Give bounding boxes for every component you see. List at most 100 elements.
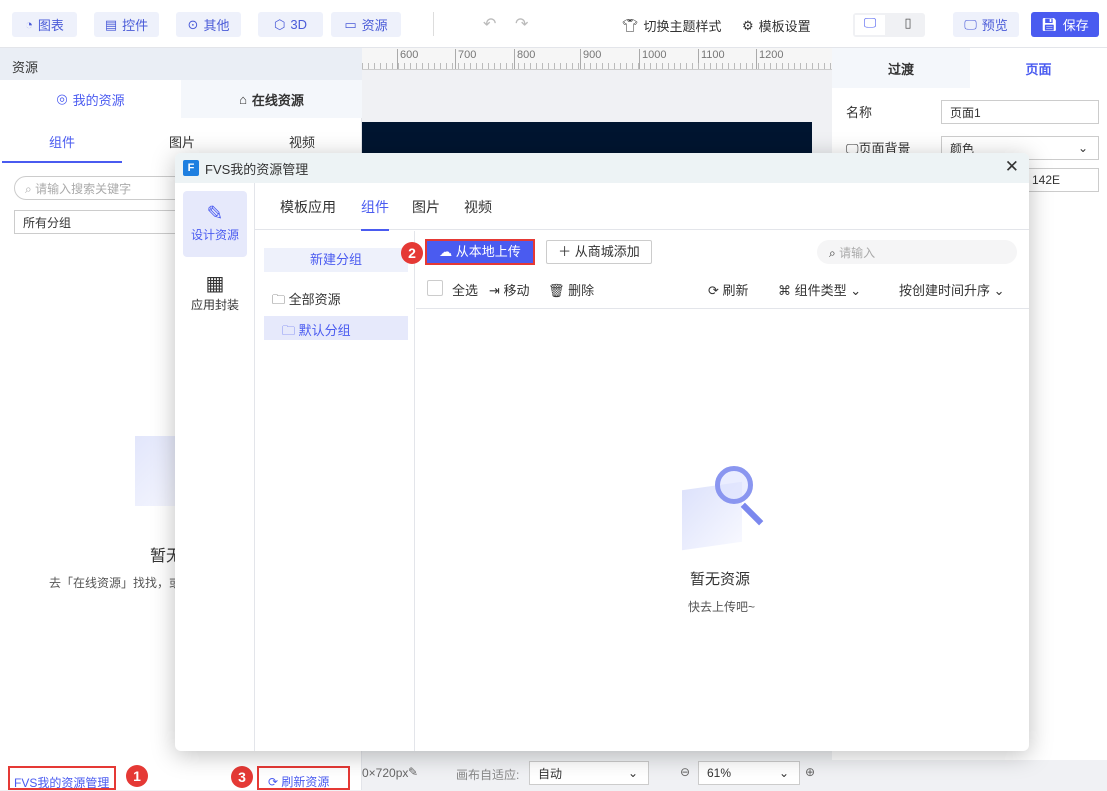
add-from-store-button[interactable]: ＋ 从商城添加 bbox=[546, 240, 652, 264]
archive-icon: ▭ bbox=[344, 16, 357, 32]
chevron-down-icon: ⌄ bbox=[990, 283, 1005, 298]
label: 我的资源 bbox=[72, 92, 125, 108]
new-group-button[interactable]: 新建分组 bbox=[264, 248, 408, 272]
name-label: 名称 bbox=[846, 105, 873, 120]
move-icon: ⇥ bbox=[489, 283, 504, 298]
device-toggle: 🖵 ▯ bbox=[853, 13, 925, 37]
user-icon: ◎ bbox=[56, 91, 68, 106]
tab-my-resources[interactable]: ◎ 我的资源 bbox=[0, 80, 181, 118]
mobile-icon[interactable]: ▯ bbox=[893, 15, 923, 35]
label: 保存 bbox=[1062, 18, 1089, 33]
label: 3D bbox=[290, 17, 307, 32]
tab-online-resources[interactable]: ⌂ 在线资源 bbox=[181, 80, 362, 118]
chart-button[interactable]: ◔ 图表 bbox=[12, 12, 77, 37]
save-icon: 💾︎ bbox=[1041, 16, 1058, 32]
move-button[interactable]: ⇥ 移动 bbox=[489, 280, 530, 299]
label: 删除 bbox=[568, 283, 595, 298]
search-icon: ⌕ bbox=[829, 246, 840, 260]
subtab-components[interactable]: 组件 bbox=[2, 132, 122, 163]
label: 资源 bbox=[361, 18, 388, 33]
value: 61% bbox=[707, 766, 732, 780]
subtab-videos[interactable]: 视频 bbox=[242, 132, 362, 151]
nav-app-package[interactable]: ▦ 应用封装 bbox=[183, 271, 247, 331]
plus-icon: ＋ bbox=[558, 244, 575, 259]
preview-button[interactable]: 🖵 预览 bbox=[953, 12, 1019, 37]
select-all-checkbox[interactable] bbox=[427, 280, 443, 296]
chevron-down-icon: ⌄ bbox=[1077, 141, 1088, 155]
switch-theme-button[interactable]: 👕︎ 切换主题样式 bbox=[622, 16, 722, 35]
chevron-down-icon: ⌄ bbox=[627, 766, 638, 780]
command-icon: ⌘ bbox=[778, 283, 795, 298]
zoom-out-icon[interactable]: ⊖ bbox=[680, 765, 690, 779]
tab-videos[interactable]: 视频 bbox=[464, 197, 492, 217]
status-bar: 0×720px ✎ 画布自适应: 自动 ⌄ ⊖ 61% ⌄ ⊕ bbox=[362, 760, 832, 790]
panel-title: 资源 bbox=[0, 48, 362, 80]
delete-button[interactable]: 🗑︎ 删除 bbox=[548, 280, 594, 299]
chevron-down-icon: ⌄ bbox=[778, 766, 789, 780]
label: 模板设置 bbox=[758, 19, 811, 34]
zoom-select[interactable]: 61% ⌄ bbox=[698, 761, 800, 785]
divider bbox=[433, 12, 434, 36]
save-button[interactable]: 💾︎ 保存 bbox=[1031, 12, 1099, 37]
tab-template-apps[interactable]: 模板应用 bbox=[280, 197, 336, 217]
highlight-box bbox=[257, 766, 350, 790]
empty-illustration bbox=[677, 461, 777, 551]
label: 控件 bbox=[122, 18, 149, 33]
zoom-in-icon[interactable]: ⊕ bbox=[805, 765, 815, 779]
redo-icon[interactable]: ↷ bbox=[515, 14, 528, 34]
label: 应用封装 bbox=[190, 298, 239, 312]
adapt-select[interactable]: 自动 ⌄ bbox=[529, 761, 649, 785]
step-badge: 1 bbox=[126, 765, 148, 787]
more-icon: ⊙ bbox=[187, 16, 199, 32]
resource-button[interactable]: ▭ 资源 bbox=[331, 12, 401, 37]
empty-title: 暂无资源 bbox=[690, 571, 751, 588]
trash-icon: 🗑︎ bbox=[548, 283, 569, 298]
close-icon[interactable]: ✕ bbox=[1005, 157, 1019, 177]
nav-design-resources[interactable]: ✎ 设计资源 bbox=[183, 191, 247, 257]
name-input[interactable]: 页面1 bbox=[941, 100, 1099, 124]
upload-local-button[interactable]: ☁ 从本地上传 bbox=[425, 239, 535, 265]
group-column: 新建分组 🗀 全部资源 🗀 默认分组 bbox=[255, 231, 415, 751]
step-badge: 3 bbox=[231, 766, 253, 788]
other-button[interactable]: ⊙ 其他 bbox=[176, 12, 241, 37]
label: 从本地上传 bbox=[455, 244, 521, 259]
settings-icon: ⚙ bbox=[742, 17, 754, 33]
empty-hint: 去「在线资源」找找，或 bbox=[49, 576, 182, 590]
folder-icon: 🗀 bbox=[282, 323, 299, 338]
top-toolbar: ◔ 图表 ▤ 控件 ⊙ 其他 ⬡ 3D ▭ 资源 ↶ ↷ 👕︎ 切换主题样式 ⚙ 模板设置 🖵… bbox=[0, 0, 1107, 48]
select-all-label[interactable]: 全选 bbox=[452, 280, 478, 299]
component-type-dropdown[interactable]: ⌘ 组件类型 ⌄ bbox=[778, 280, 861, 299]
undo-icon[interactable]: ↶ bbox=[483, 14, 496, 34]
cloud-upload-icon: ☁ bbox=[439, 244, 456, 259]
control-button[interactable]: ▤ 控件 bbox=[94, 12, 159, 37]
refresh-button[interactable]: ⟳ 刷新 bbox=[708, 280, 749, 299]
label: 设计资源 bbox=[190, 228, 239, 242]
label: 全部资源 bbox=[288, 292, 341, 307]
label: 从商城添加 bbox=[574, 244, 640, 259]
tab-page[interactable]: 页面 bbox=[970, 48, 1107, 88]
control-icon: ▤ bbox=[104, 16, 118, 32]
dialog-tabs: 模板应用 组件 图片 视频 bbox=[255, 183, 1029, 231]
tab-images[interactable]: 图片 bbox=[412, 197, 440, 217]
refresh-icon: ⟳ bbox=[708, 283, 723, 298]
group-default[interactable]: 🗀 默认分组 bbox=[264, 316, 408, 340]
chevron-down-icon: ⌄ bbox=[846, 283, 862, 298]
canvas-size: 0×720px bbox=[362, 766, 409, 780]
tab-transition[interactable]: 过渡 bbox=[832, 48, 970, 88]
shirt-icon: 👕︎ bbox=[622, 17, 639, 33]
group-all[interactable]: 🗀 全部资源 bbox=[272, 289, 341, 313]
desktop-icon[interactable]: 🖵 bbox=[855, 15, 885, 35]
edit-icon[interactable]: ✎ bbox=[408, 765, 418, 779]
subtab-images[interactable]: 图片 bbox=[122, 132, 242, 151]
label: 预览 bbox=[981, 18, 1008, 33]
dialog-title: FVS我的资源管理 bbox=[205, 161, 309, 177]
tab-components[interactable]: 组件 bbox=[361, 197, 389, 231]
store-icon: ⌂ bbox=[239, 91, 247, 107]
sort-dropdown[interactable]: 按创建时间升序 ⌄ bbox=[899, 280, 1005, 299]
folder-icon: 🗀 bbox=[272, 292, 289, 307]
label: 在线资源 bbox=[251, 92, 304, 108]
label: 移动 bbox=[503, 283, 530, 298]
3d-button[interactable]: ⬡ 3D bbox=[258, 12, 323, 37]
dialog-search-input[interactable]: ⌕ 请输入 bbox=[817, 240, 1017, 264]
template-settings-button[interactable]: ⚙ 模板设置 bbox=[742, 16, 811, 35]
